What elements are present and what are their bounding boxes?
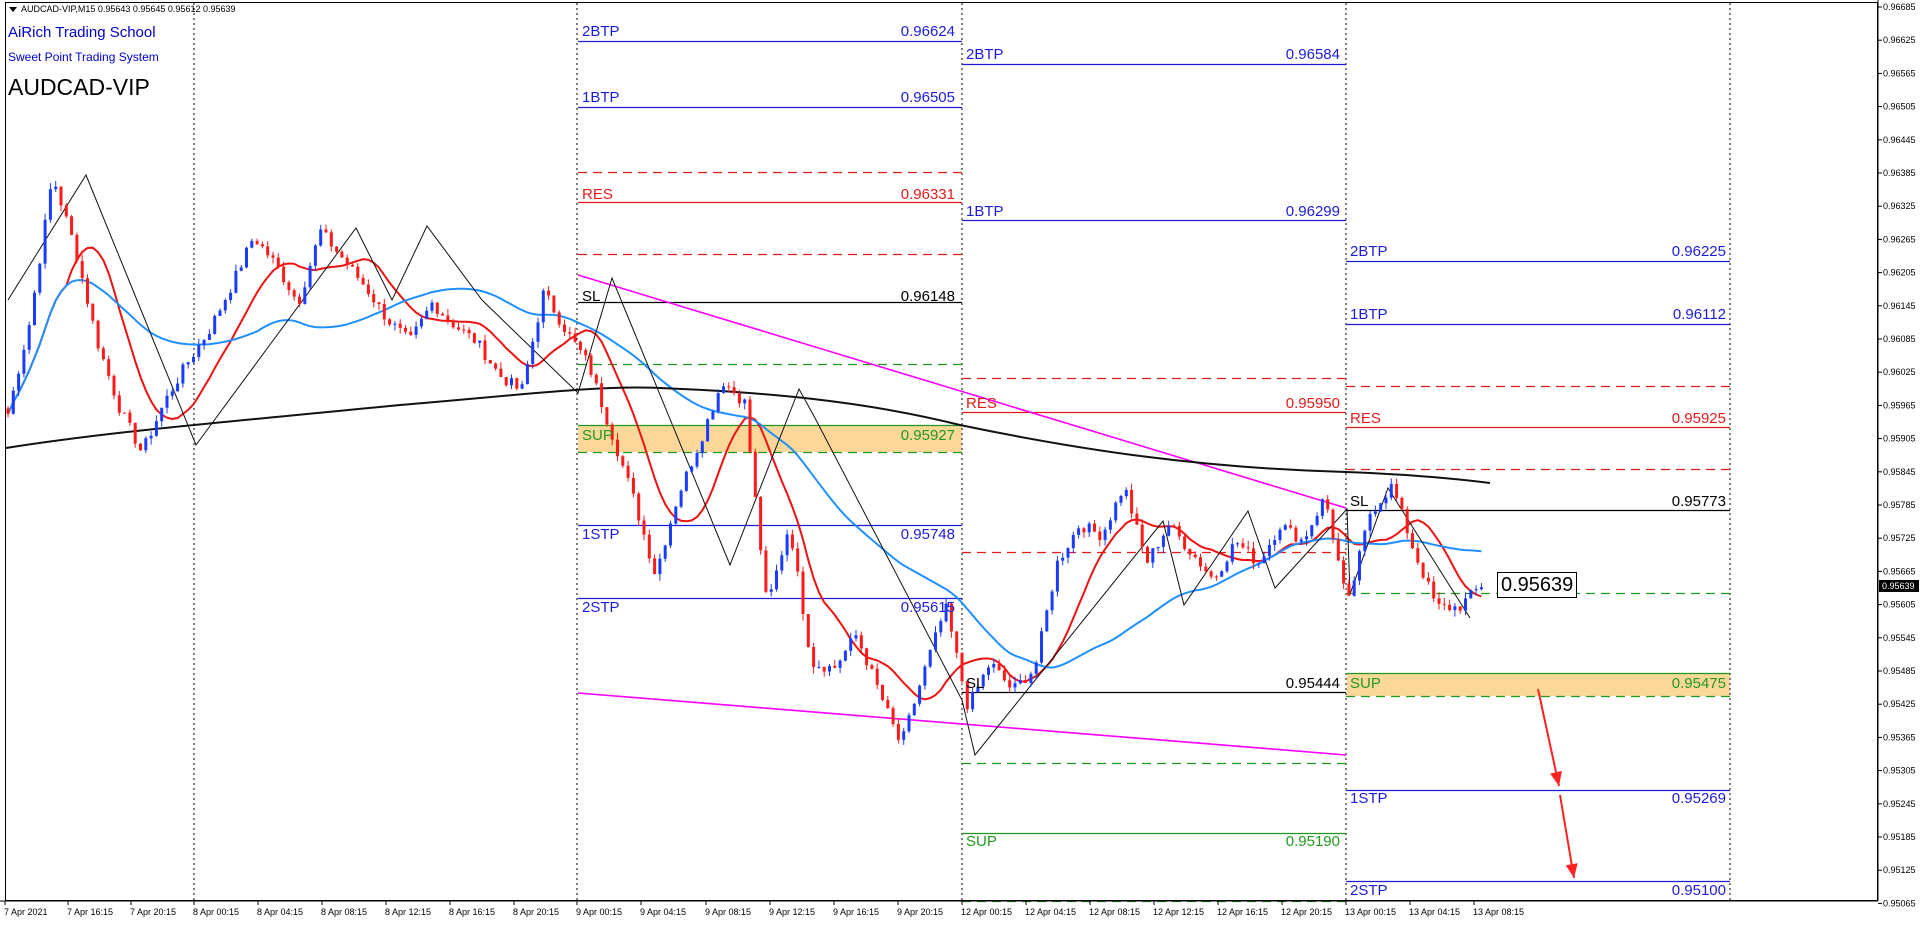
time-axis-label: 12 Apr 20:15 [1281, 907, 1332, 917]
price-axis-label: 0.95905 [1883, 434, 1916, 444]
price-axis: 0.96685 0.96625 0.96565 0.96505 0.96445 0.963… [1877, 0, 1916, 908]
ohlc-readout: AUDCAD-VIP,M15 0.95643 0.95645 0.95612 0… [9, 4, 236, 14]
time-axis-label: 8 Apr 16:15 [449, 907, 495, 917]
time-axis: 7 Apr 2021 7 Apr 16:15 7 Apr 20:15 8 Apr 00… [0, 900, 1878, 917]
time-axis-label: 13 Apr 08:15 [1473, 907, 1524, 917]
price-axis-label: 0.95485 [1883, 666, 1916, 676]
price-axis-label: 0.95665 [1883, 566, 1916, 576]
price-axis-label: 0.96085 [1883, 334, 1916, 344]
current-price-tag: 0.95639 [1497, 572, 1578, 598]
time-axis-label: 9 Apr 20:15 [897, 907, 943, 917]
time-axis-label: 7 Apr 2021 [4, 907, 48, 917]
price-axis-label: 0.95365 [1883, 732, 1916, 742]
time-axis-label: 12 Apr 04:15 [1025, 907, 1076, 917]
price-axis-label: 0.96505 [1883, 102, 1916, 112]
collapse-triangle-icon[interactable] [9, 7, 17, 13]
ohlc-text: AUDCAD-VIP,M15 0.95643 0.95645 0.95612 0… [21, 4, 236, 14]
price-axis-label: 0.95245 [1883, 799, 1916, 809]
school-name: AiRich Trading School [8, 24, 156, 41]
price-axis-label: 0.95545 [1883, 633, 1916, 643]
price-axis-label: 0.96565 [1883, 68, 1916, 78]
price-axis-label: 0.96385 [1883, 168, 1916, 178]
price-axis-label: 0.95425 [1883, 699, 1916, 709]
price-axis-label: 0.96025 [1883, 367, 1916, 377]
price-axis-label: 0.96325 [1883, 201, 1916, 211]
price-axis-label: 0.96145 [1883, 301, 1916, 311]
symbol-label: AUDCAD-VIP [8, 74, 150, 100]
time-axis-label: 9 Apr 12:15 [769, 907, 815, 917]
price-axis-label: 0.96445 [1883, 135, 1916, 145]
time-axis-label: 12 Apr 16:15 [1217, 907, 1268, 917]
price-axis-label: 0.96265 [1883, 234, 1916, 244]
price-axis-label: 0.96625 [1883, 35, 1916, 45]
system-name: Sweet Point Trading System [8, 50, 159, 64]
time-axis-label: 8 Apr 08:15 [321, 907, 367, 917]
price-axis-label: 0.95305 [1883, 766, 1916, 776]
time-axis-label: 8 Apr 20:15 [513, 907, 559, 917]
time-axis-label: 8 Apr 00:15 [193, 907, 239, 917]
price-axis-label: 0.95725 [1883, 533, 1916, 543]
current-price-axis-marker: 0.95639 [1879, 580, 1919, 592]
time-axis-label: 8 Apr 04:15 [257, 907, 303, 917]
time-axis-label: 13 Apr 04:15 [1409, 907, 1460, 917]
time-axis-label: 9 Apr 04:15 [640, 907, 686, 917]
time-axis-label: 7 Apr 16:15 [67, 907, 113, 917]
price-axis-label: 0.95185 [1883, 832, 1916, 842]
price-axis-label: 0.95785 [1883, 500, 1916, 510]
time-axis-label: 12 Apr 08:15 [1089, 907, 1140, 917]
price-axis-label: 0.95605 [1883, 600, 1916, 610]
price-axis-label: 0.95065 [1883, 898, 1916, 908]
chart-window[interactable]: 2BTP 0.96624 1BTP 0.96505 RES 0.96331 SL 0.9614… [0, 0, 1920, 927]
time-axis-label: 12 Apr 12:15 [1153, 907, 1204, 917]
price-axis-label: 0.95965 [1883, 400, 1916, 410]
time-axis-label: 13 Apr 00:15 [1345, 907, 1396, 917]
time-axis-label: 9 Apr 08:15 [705, 907, 751, 917]
time-axis-label: 9 Apr 16:15 [833, 907, 879, 917]
price-axis-label: 0.96685 [1883, 2, 1916, 12]
time-axis-label: 12 Apr 00:15 [961, 907, 1012, 917]
time-axis-label: 7 Apr 20:15 [130, 907, 176, 917]
chart-frame [5, 2, 1878, 901]
price-axis-label: 0.95845 [1883, 467, 1916, 477]
time-axis-label: 9 Apr 00:15 [576, 907, 622, 917]
price-axis-label: 0.96205 [1883, 268, 1916, 278]
price-axis-label: 0.95125 [1883, 865, 1916, 875]
time-axis-label: 8 Apr 12:15 [385, 907, 431, 917]
